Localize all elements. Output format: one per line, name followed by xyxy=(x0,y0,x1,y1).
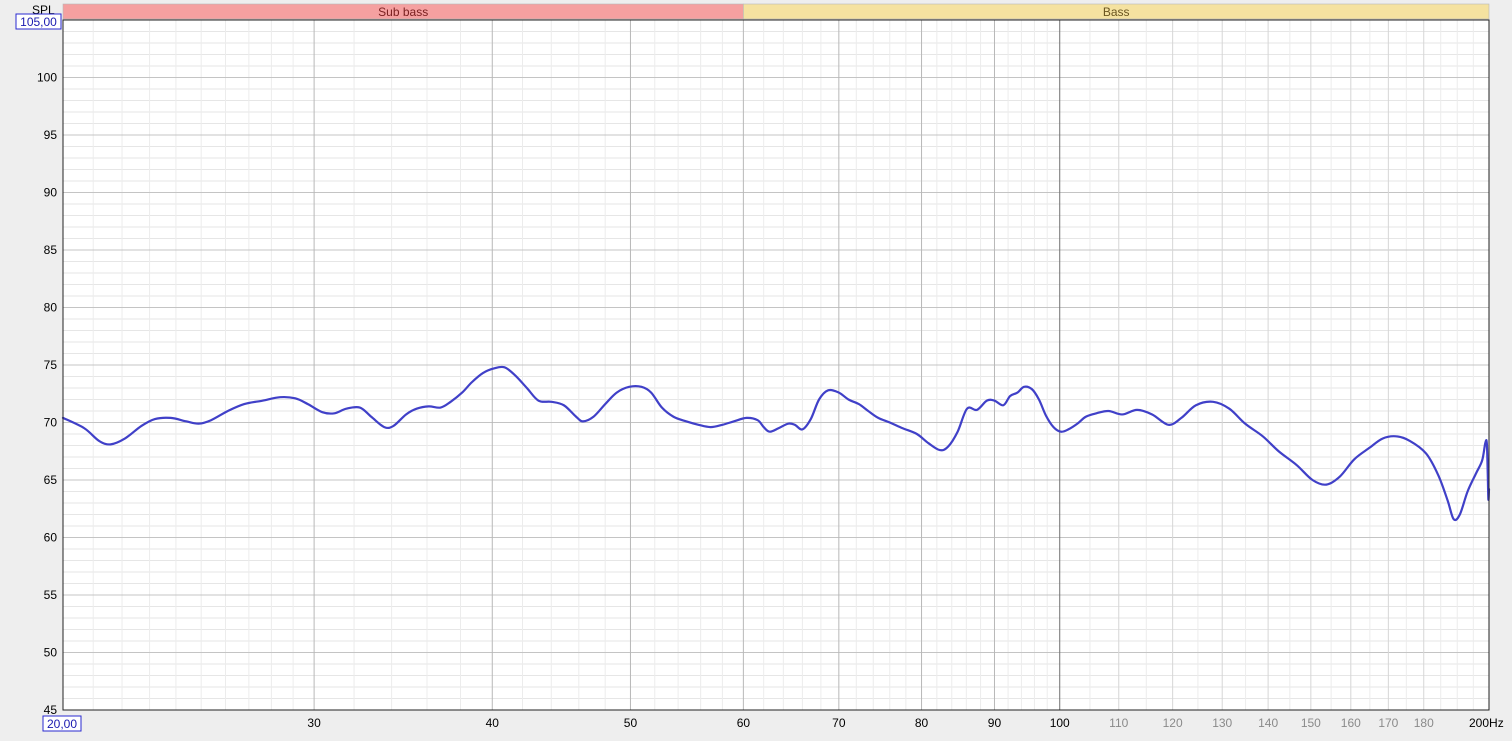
x-tick-label: 80 xyxy=(915,716,929,730)
band-label-0: Sub bass xyxy=(378,5,428,19)
x-tick-label: 60 xyxy=(737,716,751,730)
ylim-box[interactable]: 105,00 xyxy=(15,13,62,30)
y-tick-label: 95 xyxy=(44,128,58,142)
x-tick-label: 170 xyxy=(1378,716,1398,730)
y-tick-label: 60 xyxy=(44,531,58,545)
y-tick-label: 90 xyxy=(44,186,58,200)
y-tick-label: 45 xyxy=(44,703,58,717)
ylim-box-value: 105,00 xyxy=(20,15,57,29)
chart-svg: Sub bass Bass 45 50 55 60 65 70 75 80 85 90 95 100 30… xyxy=(15,3,1504,732)
y-tick-label: 80 xyxy=(44,301,58,315)
y-tick-label: 75 xyxy=(44,358,58,372)
frequency-response-chart: Sub bass Bass 45 50 55 60 65 70 75 80 85 90 95 100 30… xyxy=(0,0,1512,736)
x-tick-label: 70 xyxy=(832,716,846,730)
x-tick-label: 150 xyxy=(1301,716,1321,730)
y-tick-label: 70 xyxy=(44,416,58,430)
y-tick-label: 50 xyxy=(44,646,58,660)
x-tick-label: 30 xyxy=(307,716,321,730)
x-tick-label: 130 xyxy=(1212,716,1232,730)
x-tick-label: 40 xyxy=(486,716,500,730)
y-tick-label: 55 xyxy=(44,588,58,602)
y-tick-label: 85 xyxy=(44,243,58,257)
x-tick-label: 50 xyxy=(624,716,638,730)
y-tick-label: 65 xyxy=(44,473,58,487)
x-tick-label: 180 xyxy=(1414,716,1434,730)
band-label-1: Bass xyxy=(1103,5,1130,19)
x-tick-label: 90 xyxy=(988,716,1002,730)
x-tick-label: 160 xyxy=(1341,716,1361,730)
xlim-box-value: 20,00 xyxy=(47,717,77,731)
xlim-box[interactable]: 20,00 xyxy=(42,715,82,732)
y-tick-label: 100 xyxy=(37,71,57,85)
x-tick-label: 110 xyxy=(1109,716,1128,730)
x-tick-label: 140 xyxy=(1258,716,1278,730)
x-tick-label: 100 xyxy=(1050,716,1070,730)
x-tick-label: 200Hz xyxy=(1469,716,1504,730)
x-tick-label: 120 xyxy=(1163,716,1183,730)
